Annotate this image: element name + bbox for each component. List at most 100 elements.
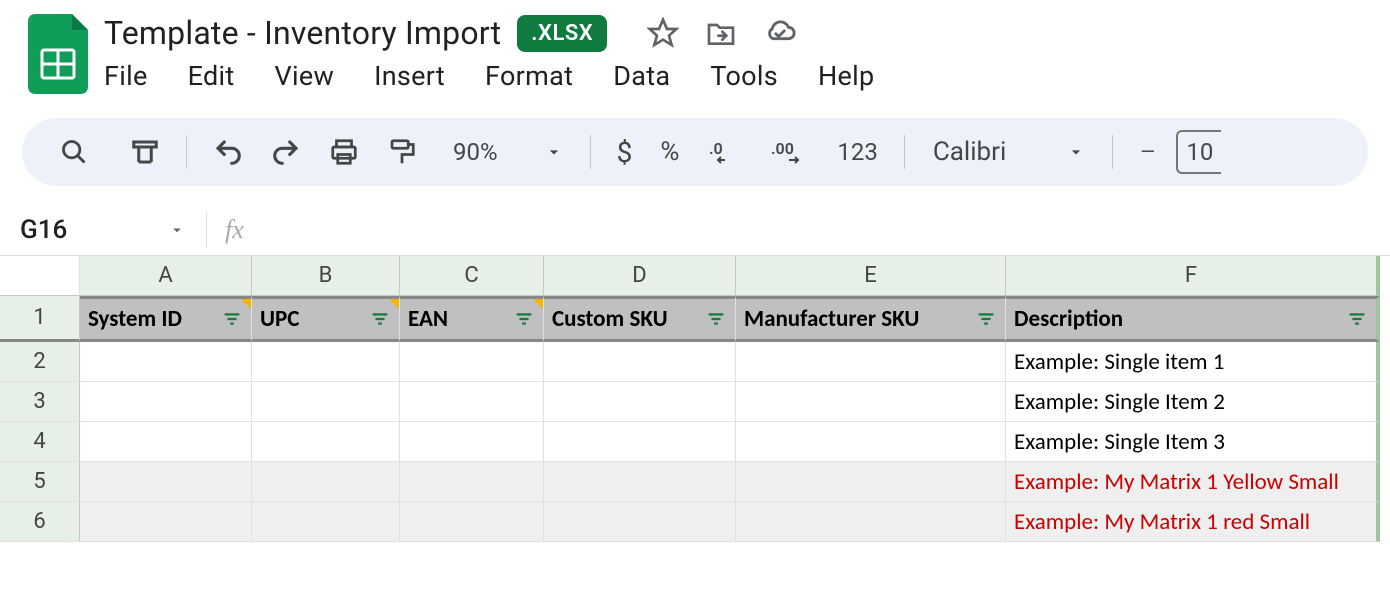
cell-f5[interactable]: Example: My Matrix 1 Yellow Small	[1006, 462, 1380, 502]
font-size-input[interactable]: 10	[1176, 130, 1221, 174]
cell-b2[interactable]	[252, 342, 400, 382]
cell-f4[interactable]: Example: Single Item 3	[1006, 422, 1380, 462]
divider	[590, 135, 591, 169]
col-header-d[interactable]: D	[544, 256, 736, 296]
menu-format[interactable]: Format	[485, 60, 573, 92]
search-icon[interactable]	[52, 138, 96, 166]
cell-c2[interactable]	[400, 342, 544, 382]
move-folder-icon[interactable]	[705, 16, 737, 50]
row-header-2[interactable]: 2	[0, 342, 80, 382]
menu-data[interactable]: Data	[613, 60, 670, 92]
cell-e2[interactable]	[736, 342, 1006, 382]
name-box-dropdown-icon[interactable]	[168, 221, 186, 239]
header-cell-manufacturer-sku[interactable]: Manufacturer SKU	[736, 296, 1006, 342]
cell-e3[interactable]	[736, 382, 1006, 422]
cell-c6[interactable]	[400, 502, 544, 542]
percent-icon[interactable]: %	[652, 137, 687, 167]
star-icon[interactable]	[647, 16, 679, 50]
row-header-3[interactable]: 3	[0, 382, 80, 422]
cell-b6[interactable]	[252, 502, 400, 542]
undo-icon[interactable]	[205, 137, 251, 167]
cell-a6[interactable]	[80, 502, 252, 542]
menu-file[interactable]: File	[104, 60, 148, 92]
select-all-corner[interactable]	[0, 256, 80, 296]
menus-icon[interactable]	[122, 137, 168, 167]
cell-a5[interactable]	[80, 462, 252, 502]
row-header-4[interactable]: 4	[0, 422, 80, 462]
sheets-logo-icon[interactable]	[28, 14, 88, 94]
menu-tools[interactable]: Tools	[710, 60, 778, 92]
cell-d4[interactable]	[544, 422, 736, 462]
col-header-c[interactable]: C	[400, 256, 544, 296]
header-cell-custom-sku[interactable]: Custom SKU	[544, 296, 736, 342]
menu-help[interactable]: Help	[818, 60, 875, 92]
zoom-level[interactable]: 90%	[447, 138, 504, 166]
filter-icon[interactable]	[705, 308, 727, 330]
spreadsheet-grid: A B C D E F 1 System ID UPC EAN Custom S…	[0, 256, 1390, 542]
menu-insert[interactable]: Insert	[374, 60, 445, 92]
header-cell-ean[interactable]: EAN	[400, 296, 544, 342]
header-cell-system-id[interactable]: System ID	[80, 296, 252, 342]
paint-format-icon[interactable]	[379, 137, 425, 167]
cell-a4[interactable]	[80, 422, 252, 462]
title-row: Template - Inventory Import .XLSX	[104, 14, 1390, 52]
header-cell-description[interactable]: Description	[1006, 296, 1380, 342]
header-cell-upc[interactable]: UPC	[252, 296, 400, 342]
cell-d2[interactable]	[544, 342, 736, 382]
menu-bar: File Edit View Insert Format Data Tools …	[104, 60, 1390, 92]
cell-a2[interactable]	[80, 342, 252, 382]
zoom-dropdown-icon[interactable]	[536, 142, 572, 162]
currency-icon[interactable]: $	[609, 136, 641, 169]
col-header-f[interactable]: F	[1006, 256, 1380, 296]
row-header-6[interactable]: 6	[0, 502, 80, 542]
cell-d6[interactable]	[544, 502, 736, 542]
menu-edit[interactable]: Edit	[188, 60, 235, 92]
col-header-a[interactable]: A	[80, 256, 252, 296]
cell-c3[interactable]	[400, 382, 544, 422]
menu-view[interactable]: View	[275, 60, 335, 92]
filter-icon[interactable]	[369, 308, 391, 330]
name-box[interactable]: G16	[0, 215, 206, 245]
table-row: 3 Example: Single Item 2	[0, 382, 1390, 422]
decrease-decimal-icon[interactable]: .0	[699, 135, 749, 169]
cell-f2[interactable]: Example: Single item 1	[1006, 342, 1380, 382]
table-row: 5 Example: My Matrix 1 Yellow Small	[0, 462, 1390, 502]
cell-b3[interactable]	[252, 382, 400, 422]
cell-f3[interactable]: Example: Single Item 2	[1006, 382, 1380, 422]
cloud-saved-icon[interactable]	[763, 16, 797, 50]
filter-icon[interactable]	[1346, 308, 1368, 330]
note-indicator-icon	[389, 299, 399, 309]
row-header-1[interactable]: 1	[0, 296, 80, 342]
cell-c5[interactable]	[400, 462, 544, 502]
cell-f6[interactable]: Example: My Matrix 1 red Small	[1006, 502, 1380, 542]
cell-e4[interactable]	[736, 422, 1006, 462]
file-type-badge: .XLSX	[517, 15, 607, 52]
cell-e6[interactable]	[736, 502, 1006, 542]
cell-b4[interactable]	[252, 422, 400, 462]
print-icon[interactable]	[321, 137, 367, 167]
col-header-e[interactable]: E	[736, 256, 1006, 296]
number-format-button[interactable]: 123	[829, 138, 885, 166]
filter-icon[interactable]	[513, 308, 535, 330]
redo-icon[interactable]	[263, 137, 309, 167]
table-header-row: 1 System ID UPC EAN Custom SKU Manufactu…	[0, 296, 1390, 342]
col-header-b[interactable]: B	[252, 256, 400, 296]
cell-e5[interactable]	[736, 462, 1006, 502]
document-title[interactable]: Template - Inventory Import	[104, 14, 501, 52]
row-header-5[interactable]: 5	[0, 462, 80, 502]
font-dropdown-icon[interactable]	[1058, 142, 1094, 162]
filter-icon[interactable]	[221, 308, 243, 330]
cell-d5[interactable]	[544, 462, 736, 502]
font-size-decrease-icon[interactable]: −	[1131, 135, 1164, 170]
cell-a3[interactable]	[80, 382, 252, 422]
font-family-select[interactable]: Calibri	[923, 137, 1016, 167]
column-headers-row: A B C D E F	[0, 256, 1390, 296]
note-indicator-icon	[241, 299, 251, 309]
cell-c4[interactable]	[400, 422, 544, 462]
cell-d3[interactable]	[544, 382, 736, 422]
divider	[186, 135, 187, 169]
increase-decimal-icon[interactable]: .00	[761, 135, 817, 169]
filter-icon[interactable]	[975, 308, 997, 330]
cell-b5[interactable]	[252, 462, 400, 502]
fx-icon[interactable]: fx	[225, 215, 244, 245]
